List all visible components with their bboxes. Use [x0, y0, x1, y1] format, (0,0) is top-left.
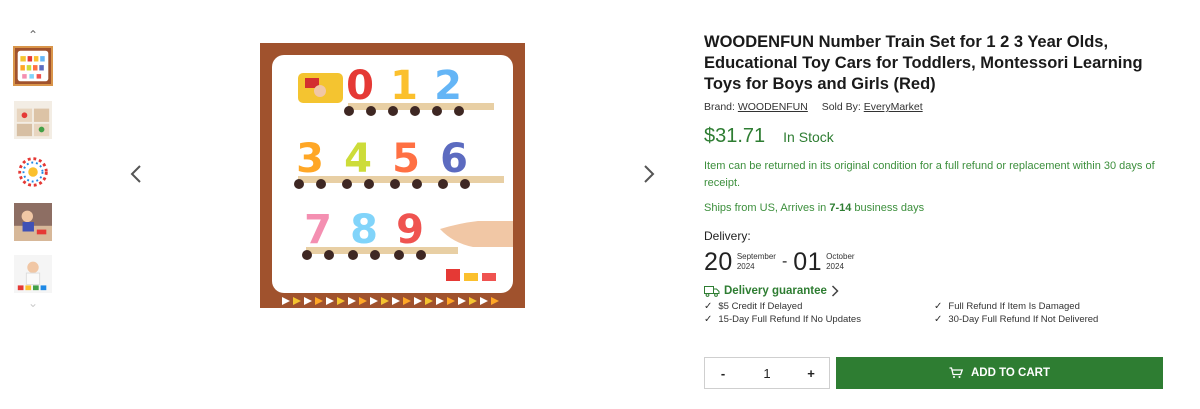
toy-wheel: [342, 179, 352, 189]
chevron-left-icon[interactable]: [127, 162, 145, 186]
product-main-image: 012 3456 789: [260, 43, 525, 308]
guarantee-text: Full Refund If Item Is Damaged: [948, 301, 1080, 312]
thumbnail-5[interactable]: [13, 254, 53, 294]
check-icon: ✓: [704, 314, 713, 325]
truck-icon: [704, 286, 720, 297]
toy-wheel: [410, 106, 420, 116]
return-policy: Item can be returned in its original con…: [704, 160, 1155, 189]
guarantee-list: ✓ $5 Credit If Delayed ✓ Full Refund If It…: [704, 301, 1174, 325]
chevron-down-icon[interactable]: ⌄: [26, 297, 40, 309]
stock-status: In Stock: [783, 129, 834, 145]
product-title: WOODENFUN Number Train Set for 1 2 3 Yea…: [704, 33, 1143, 93]
decrease-button[interactable]: -: [715, 366, 731, 381]
toy-wheel: [432, 106, 442, 116]
check-icon: ✓: [934, 314, 943, 325]
guarantee-text: 30-Day Full Refund If Not Delivered: [948, 314, 1099, 325]
toy-wheel: [416, 250, 426, 260]
date-separator: -: [781, 253, 788, 270]
end-year: 2024: [826, 262, 844, 271]
toy-wheel: [324, 250, 334, 260]
guarantee-text: $5 Credit If Delayed: [718, 301, 803, 312]
delivery-label: Delivery:: [704, 229, 751, 243]
guarantee-item: ✓ Full Refund If Item Is Damaged: [934, 301, 1164, 312]
sold-by-label: Sold By:: [821, 101, 861, 113]
toy-wheel: [316, 179, 326, 189]
toy-wheel: [364, 179, 374, 189]
toy-number-9: 9: [396, 207, 424, 253]
brand-link[interactable]: WOODENFUN: [738, 101, 808, 113]
toy-wheel: [394, 250, 404, 260]
toy-wheel: [344, 106, 354, 116]
quantity-stepper: - 1 +: [704, 357, 830, 389]
thumbnail-image: [14, 101, 52, 139]
start-month-year: September 2024: [737, 252, 776, 272]
cart-icon: [949, 367, 963, 378]
toy-number-6: 6: [440, 136, 468, 182]
ships-suffix: business days: [851, 202, 925, 214]
buy-row: - 1 + ADD TO CART: [704, 357, 1163, 389]
thumbnail-image: [14, 255, 52, 293]
delivery-guarantee[interactable]: Delivery guarantee: [704, 285, 1174, 297]
toy-wheel: [366, 106, 376, 116]
price-row: $31.71 In Stock: [704, 125, 1174, 148]
guarantee-item: ✓ $5 Credit If Delayed: [704, 301, 934, 312]
toy-wheel: [454, 106, 464, 116]
shipping-info: Ships from US, Arrives in 7-14 business …: [704, 202, 1174, 214]
guarantee-title: Delivery guarantee: [724, 285, 827, 297]
toy-wheel: [388, 106, 398, 116]
thumbnail-image: [14, 153, 52, 191]
end-month: October: [826, 252, 855, 261]
thumbnail-2[interactable]: [13, 100, 53, 140]
guarantee-text: 15-Day Full Refund If No Updates: [718, 314, 861, 325]
toy-number-4: 4: [344, 136, 372, 182]
start-month: September: [736, 252, 776, 261]
thumbnail-image: [15, 48, 51, 84]
ships-days: 7-14: [829, 202, 852, 214]
delivery-dates: 20 September 2024 - 01 October 2024: [704, 247, 1174, 277]
end-day: 01: [793, 247, 823, 276]
toy-wheel: [438, 179, 448, 189]
toy-number-2: 2: [434, 63, 462, 109]
toy-wheel: [348, 250, 358, 260]
brand-label: Brand:: [704, 101, 735, 113]
end-month-year: October 2024: [826, 252, 854, 272]
quantity-value[interactable]: 1: [763, 366, 770, 381]
product-details: WOODENFUN Number Train Set for 1 2 3 Yea…: [704, 32, 1174, 325]
add-to-cart-button[interactable]: ADD TO CART: [836, 357, 1163, 389]
toy-wheel: [390, 179, 400, 189]
add-to-cart-label: ADD TO CART: [970, 367, 1050, 379]
toy-wheel: [370, 250, 380, 260]
start-year: 2024: [736, 262, 755, 271]
toy-wheel: [294, 179, 304, 189]
check-icon: ✓: [934, 301, 943, 312]
guarantee-item: ✓ 30-Day Full Refund If Not Delivered: [934, 314, 1164, 325]
thumbnail-1[interactable]: [13, 46, 53, 86]
toy-wheel: [460, 179, 470, 189]
toy-number-0: 0: [346, 63, 374, 109]
product-meta: Brand: WOODENFUN Sold By: EveryMarket: [704, 101, 1174, 113]
toy-number-8: 8: [350, 207, 378, 253]
price: $31.71: [704, 125, 766, 147]
toy-wheel: [302, 250, 312, 260]
toy-number-3: 3: [296, 136, 324, 182]
thumbnail-image: [14, 203, 52, 241]
chevron-right-icon[interactable]: [640, 162, 658, 186]
check-icon: ✓: [704, 301, 713, 312]
chevron-up-icon[interactable]: ⌃: [26, 29, 40, 41]
guarantee-item: ✓ 15-Day Full Refund If No Updates: [704, 314, 934, 325]
toy-number-5: 5: [392, 136, 420, 182]
ships-prefix: Ships from US, Arrives in: [704, 202, 830, 214]
chevron-right-icon: [831, 285, 839, 297]
toy-number-7: 7: [304, 207, 332, 253]
toy-wheel: [412, 179, 422, 189]
thumbnail-list: ⌃ ⌄: [8, 26, 58, 310]
thumbnail-4[interactable]: [13, 202, 53, 242]
start-day: 20: [704, 247, 733, 276]
thumbnail-3[interactable]: [13, 152, 53, 192]
toy-number-1: 1: [390, 63, 418, 109]
seller-link[interactable]: EveryMarket: [864, 101, 923, 113]
increase-button[interactable]: +: [803, 366, 819, 381]
